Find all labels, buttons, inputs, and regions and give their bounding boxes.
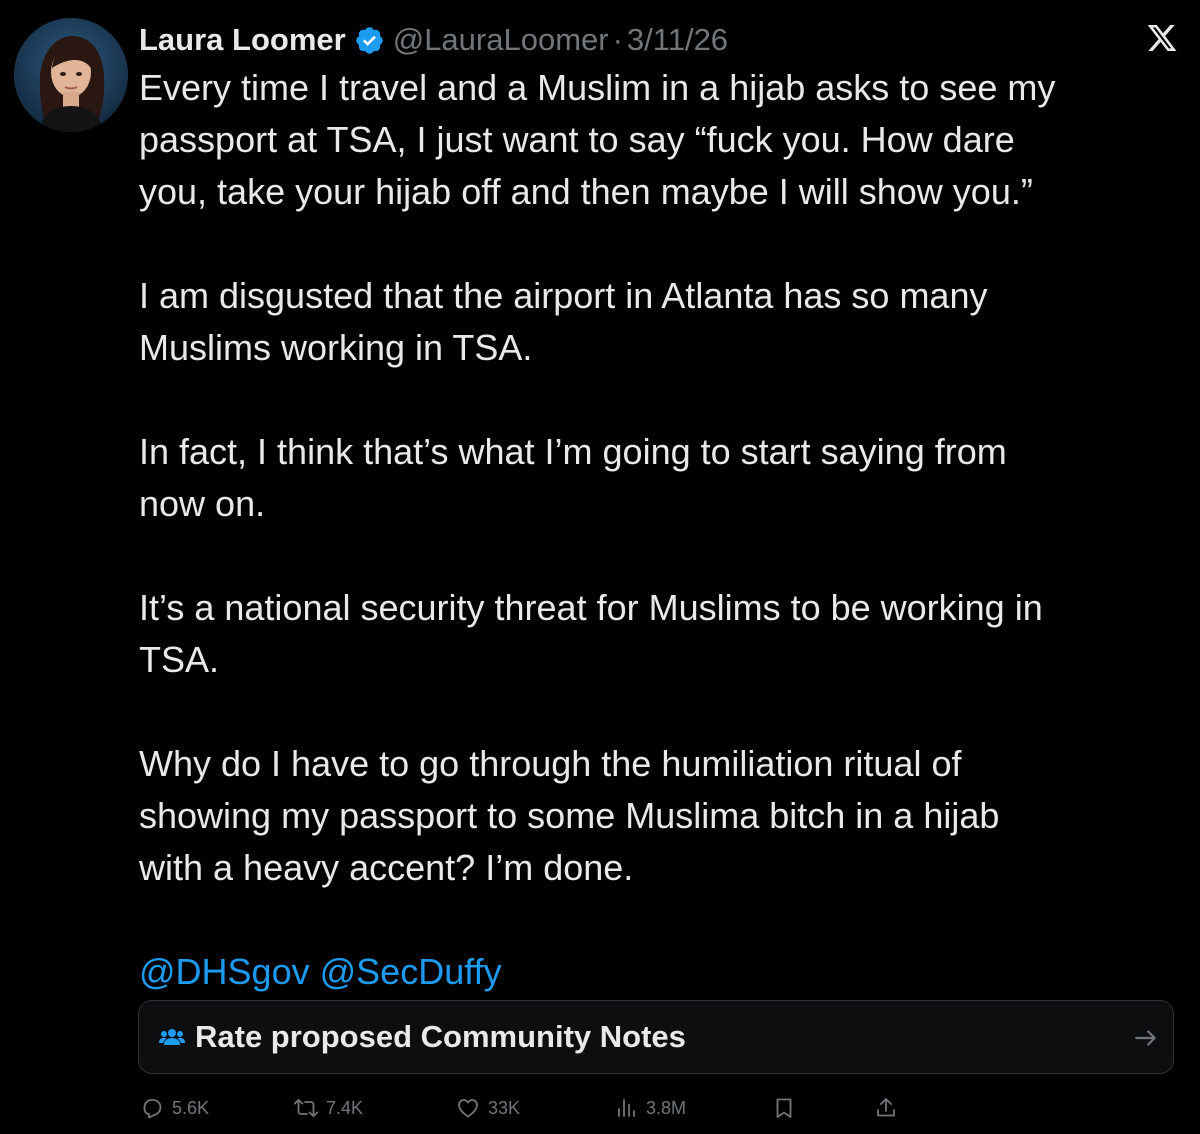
tweet-paragraph: It’s a national security threat for Musl…	[139, 582, 1179, 686]
tweet-date[interactable]: 3/11/26	[627, 22, 728, 58]
views-icon	[618, 1099, 635, 1117]
tweet-header: Laura Loomer @LauraLoomer · 3/11/26	[139, 20, 728, 60]
views-button[interactable]: 3.8M	[614, 1090, 686, 1126]
views-count: 3.8M	[646, 1097, 687, 1118]
author-handle[interactable]: @LauraLoomer	[393, 22, 609, 58]
tweet-line: passport at TSA, I just want to say “fuc…	[139, 119, 1015, 160]
like-count: 33K	[488, 1097, 521, 1118]
repost-button[interactable]: 7.4K	[294, 1090, 363, 1126]
community-notes-button[interactable]: Rate proposed Community Notes	[138, 1000, 1174, 1074]
verified-badge-icon	[354, 25, 385, 56]
reply-count: 5.6K	[172, 1097, 210, 1118]
repost-icon	[294, 1099, 318, 1117]
author-name[interactable]: Laura Loomer	[139, 22, 346, 58]
tweet-line: TSA.	[139, 639, 220, 680]
separator-dot: ·	[612, 22, 623, 57]
bookmark-icon	[776, 1098, 792, 1118]
tweet-text: Every time I travel and a Muslim in a hi…	[139, 62, 1179, 998]
tweet-line: Muslims working in TSA.	[139, 327, 533, 368]
avatar[interactable]	[14, 18, 128, 132]
tweet-paragraph: Why do I have to go through the humiliat…	[139, 738, 1179, 894]
tweet-line: with a heavy accent? I’m done.	[139, 847, 634, 888]
repost-count: 7.4K	[326, 1097, 364, 1118]
tweet-line: Why do I have to go through the humiliat…	[139, 743, 962, 784]
arrow-right-icon	[1133, 1025, 1159, 1051]
tweet-line: I am disgusted that the airport in Atlan…	[139, 275, 988, 316]
people-icon	[159, 1026, 185, 1048]
tweet-line: It’s a national security threat for Musl…	[139, 587, 1043, 628]
reply-icon	[143, 1099, 162, 1119]
tweet-paragraph: I am disgusted that the airport in Atlan…	[139, 270, 1179, 374]
tweet-line: you, take your hijab off and then maybe …	[139, 171, 1033, 212]
tweet-line: showing my passport to some Muslima bitc…	[139, 795, 1000, 836]
action-bar: 5.6K 7.4K 33K 3.8M	[0, 1090, 1200, 1126]
share-icon	[877, 1098, 895, 1117]
mention-secduffy[interactable]: @SecDuffy	[320, 951, 502, 992]
bookmark-button[interactable]	[772, 1090, 796, 1126]
avatar-image	[14, 18, 128, 132]
community-notes-label: Rate proposed Community Notes	[195, 1019, 686, 1054]
tweet-mentions: @DHSgov @SecDuffy	[139, 946, 1179, 998]
tweet-paragraph: In fact, I think that’s what I’m going t…	[139, 426, 1179, 530]
tweet-paragraph: Every time I travel and a Muslim in a hi…	[139, 62, 1179, 218]
mention-dhsgov[interactable]: @DHSgov	[139, 951, 310, 992]
tweet-line: In fact, I think that’s what I’m going t…	[139, 431, 1007, 472]
like-button[interactable]: 33K	[456, 1090, 520, 1126]
x-logo-icon[interactable]	[1146, 22, 1178, 54]
share-button[interactable]	[874, 1090, 898, 1126]
heart-icon	[458, 1099, 478, 1118]
tweet-line: now on.	[139, 483, 266, 524]
tweet-line: Every time I travel and a Muslim in a hi…	[139, 67, 1056, 108]
reply-button[interactable]: 5.6K	[140, 1090, 209, 1126]
